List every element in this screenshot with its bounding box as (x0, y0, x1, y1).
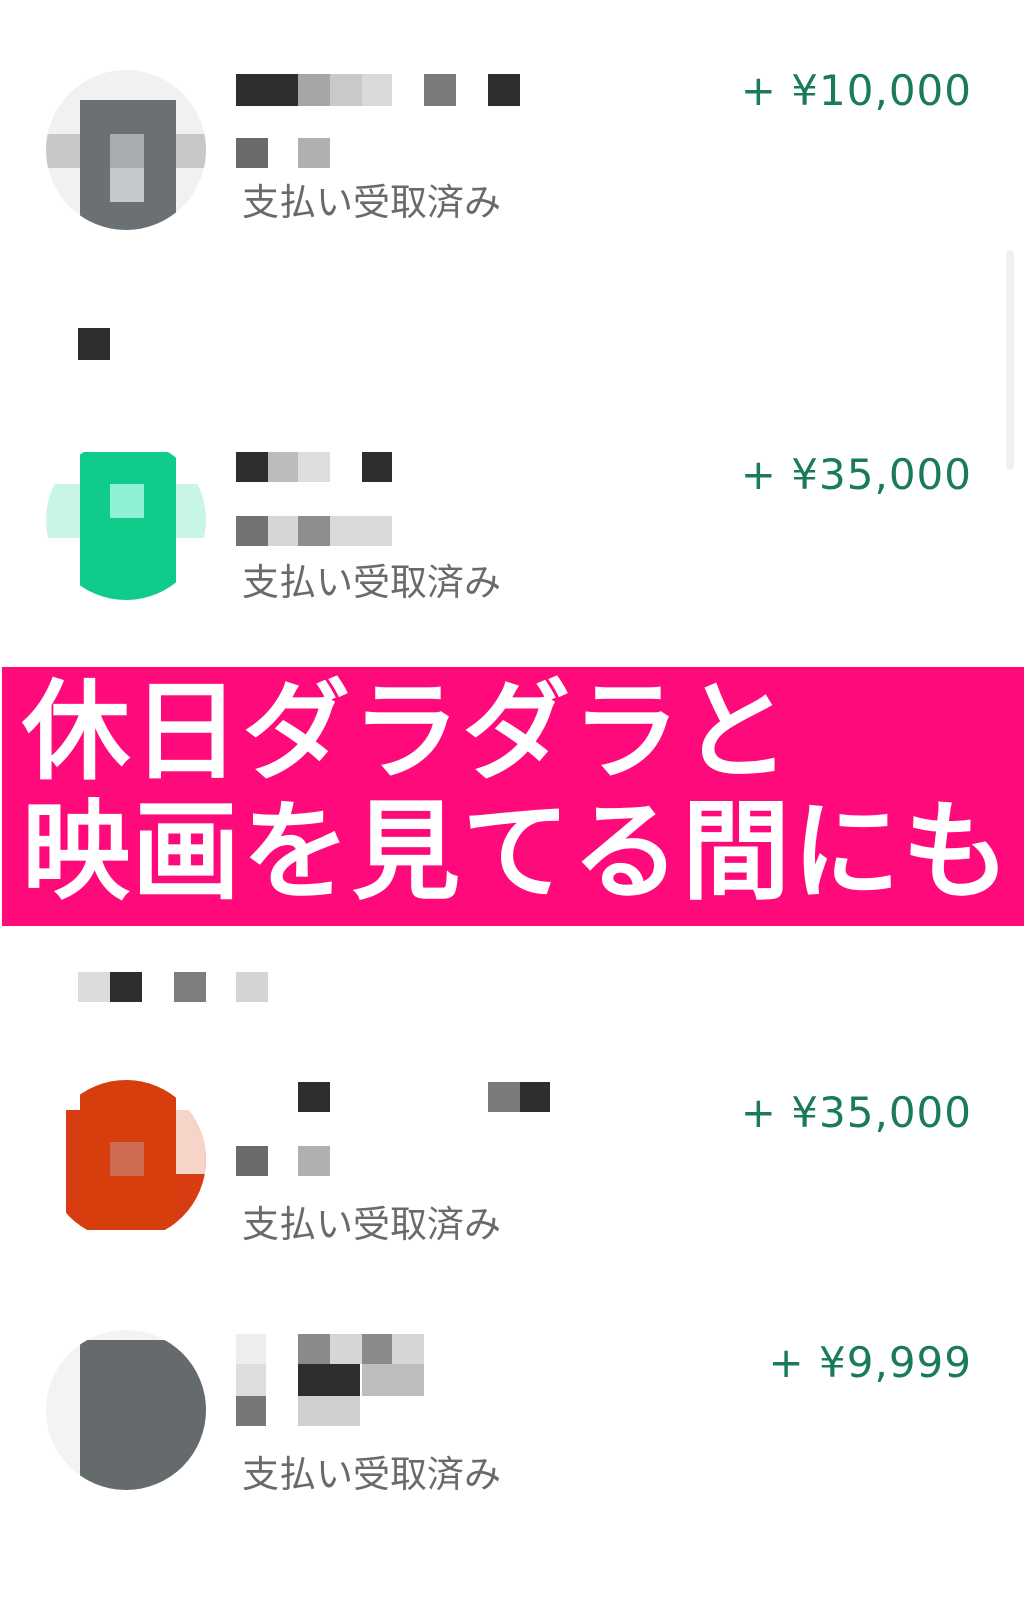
name-mosaic (236, 1334, 266, 1364)
name-mosaic (236, 74, 298, 106)
amount-text: + ¥35,000 (740, 1088, 972, 1137)
name-mosaic (298, 1082, 330, 1112)
id-mosaic (236, 138, 268, 168)
status-text: 支払い受取済み (242, 1203, 501, 1246)
amount-text: + ¥35,000 (740, 450, 972, 499)
transaction-row[interactable]: + ¥35,000 支払い受取済み (0, 420, 1024, 630)
avatar (46, 1330, 206, 1490)
avatar (46, 440, 206, 600)
transaction-row[interactable]: + ¥10,000 支払い受取済み (0, 40, 1024, 250)
status-text: 支払い受取済み (242, 181, 501, 224)
status-text: 支払い受取済み (242, 1453, 501, 1496)
date-header (0, 970, 1024, 1020)
date-header (0, 318, 1024, 368)
transaction-row[interactable]: + ¥35,000 支払い受取済み (0, 1070, 1024, 1280)
id-mosaic (236, 1396, 266, 1426)
amount-text: + ¥9,999 (768, 1338, 972, 1387)
id-mosaic (236, 1146, 268, 1176)
caption-line-2: 映画を見てる間にも (22, 789, 1013, 915)
transaction-row[interactable]: + ¥9,999 支払い受取済み (0, 1320, 1024, 1530)
name-mosaic (236, 452, 268, 482)
avatar (46, 1080, 206, 1240)
status-text: 支払い受取済み (242, 561, 501, 604)
amount-text: + ¥10,000 (740, 66, 972, 115)
id-mosaic (236, 516, 268, 546)
caption-line-1: 休日ダラダラと (22, 669, 793, 795)
avatar (46, 70, 206, 230)
caption-banner: 休日ダラダラと 映画を見てる間にも (2, 667, 1024, 926)
